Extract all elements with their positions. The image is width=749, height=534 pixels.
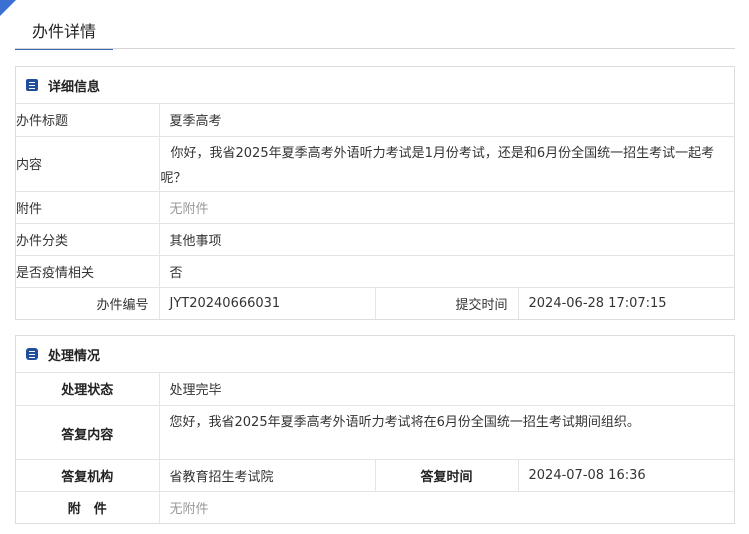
- table-row: 答复机构 省教育招生考试院 答复时间 2024-07-08 16:36: [16, 458, 734, 491]
- submit-time-value: 2024-06-28 17:07:15: [518, 286, 734, 319]
- tab-detail[interactable]: 办件详情: [15, 20, 113, 50]
- content-value: 你好，我省2025年夏季高考外语听力考试是1月份考试，还是和6月份全国统一招生考…: [159, 135, 734, 191]
- handling-panel-title: 处理情况: [48, 348, 101, 364]
- handling-panel-header: 处理情况: [16, 336, 734, 373]
- table-row: 是否疫情相关 否: [16, 254, 734, 287]
- org-label: 答复机构: [16, 458, 160, 491]
- reply-time-value: 2024-07-08 16:36: [518, 458, 734, 491]
- category-value: 其他事项: [159, 222, 734, 255]
- detail-panel: 详细信息 办件标题 夏季高考 内容 你好，我省2025年夏季高考外语听力考试是1…: [15, 66, 735, 320]
- tab-divider: [15, 48, 735, 49]
- table-row: 内容 你好，我省2025年夏季高考外语听力考试是1月份考试，还是和6月份全国统一…: [16, 135, 734, 191]
- content-line-1: 你好，我省2025年夏季高考外语听力考试是1月份考试，还是和6月份全国统一招生考…: [170, 145, 715, 161]
- attach-value: 无附件: [159, 190, 734, 223]
- table-row: 办件标题 夏季高考: [16, 104, 734, 136]
- category-label: 办件分类: [16, 222, 160, 255]
- table-row: 办件分类 其他事项: [16, 222, 734, 255]
- detail-panel-header: 详细信息: [16, 67, 734, 104]
- content-line-2: 呢？: [160, 170, 187, 186]
- table-row: 答复内容 您好，我省2025年夏季高考外语听力考试将在6月份全国统一招生考试期间…: [16, 404, 734, 459]
- status-label: 处理状态: [16, 373, 160, 405]
- table-row: 处理状态 处理完毕: [16, 373, 734, 405]
- corner-accent: [0, 0, 16, 16]
- table-row: 附件 无附件: [16, 190, 734, 223]
- handling-table: 处理状态 处理完毕 答复内容 您好，我省2025年夏季高考外语听力考试将在6月份…: [16, 373, 734, 523]
- table-row: 办件编号 JYT20240666031 提交时间 2024-06-28 17:0…: [16, 286, 734, 319]
- handling-attach-label: 附 件: [16, 490, 160, 523]
- epidemic-value: 否: [159, 254, 734, 287]
- handling-icon: [26, 348, 38, 360]
- number-value: JYT20240666031: [159, 286, 376, 319]
- reply-label: 答复内容: [16, 404, 160, 459]
- epidemic-label: 是否疫情相关: [16, 254, 160, 287]
- number-label: 办件编号: [16, 286, 160, 319]
- detail-table: 办件标题 夏季高考 内容 你好，我省2025年夏季高考外语听力考试是1月份考试，…: [16, 104, 734, 319]
- content-label: 内容: [16, 135, 160, 191]
- submit-time-label: 提交时间: [375, 286, 519, 319]
- reply-value: 您好，我省2025年夏季高考外语听力考试将在6月份全国统一招生考试期间组织。: [159, 404, 734, 459]
- status-value: 处理完毕: [169, 383, 222, 399]
- reply-time-label: 答复时间: [375, 458, 519, 491]
- handling-panel: 处理情况 处理状态 处理完毕 答复内容 您好，我省2025年夏季高考外语听力考试…: [15, 335, 735, 524]
- attach-label: 附件: [16, 190, 160, 223]
- detail-panel-title: 详细信息: [48, 79, 101, 95]
- subject-value: 夏季高考: [169, 114, 222, 130]
- list-icon: [26, 79, 38, 91]
- handling-attach-value: 无附件: [159, 490, 734, 523]
- table-row: 附 件 无附件: [16, 490, 734, 523]
- org-value: 省教育招生考试院: [159, 458, 376, 491]
- subject-label: 办件标题: [16, 104, 160, 136]
